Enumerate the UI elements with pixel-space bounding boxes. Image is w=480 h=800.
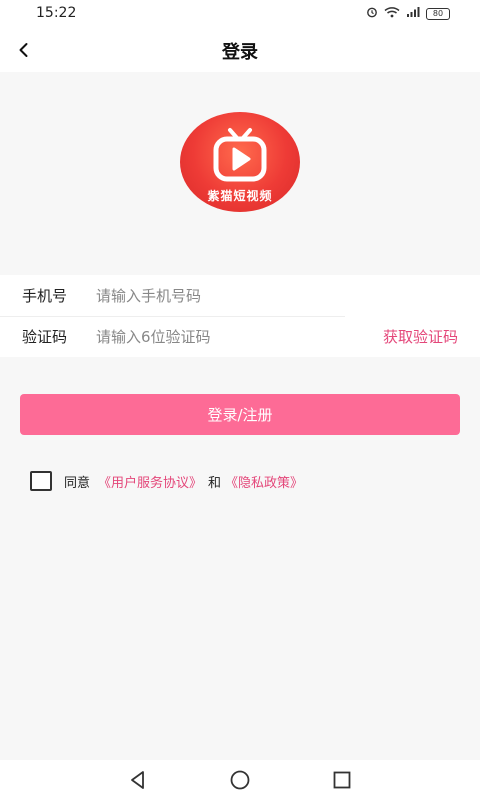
phone-row: 手机号 (0, 275, 480, 316)
battery-icon: 80 (426, 8, 450, 20)
logo-text: 紫猫短视频 (207, 189, 273, 203)
phone-label: 手机号 (22, 287, 68, 305)
signal-icon (406, 6, 420, 22)
status-icons: 80 (366, 6, 450, 22)
agreement-prefix: 同意 (64, 475, 91, 491)
code-input[interactable] (96, 321, 336, 352)
sys-recents-button[interactable] (330, 768, 354, 792)
login-form: 手机号 验证码 获取验证码 (0, 275, 480, 357)
tv-play-icon (213, 128, 267, 182)
terms-link[interactable]: 《用户服务协议》 (98, 472, 202, 491)
sys-back-button[interactable] (126, 768, 150, 792)
triangle-back-icon (131, 771, 144, 789)
system-nav-bar (0, 760, 480, 800)
page-title: 登录 (222, 42, 258, 63)
status-bar: 15:22 80 (0, 0, 480, 28)
alarm-icon (366, 6, 378, 22)
login-register-button[interactable]: 登录/注册 (20, 394, 460, 435)
code-label: 验证码 (22, 328, 68, 346)
logo-circle: 紫猫短视频 (180, 112, 300, 212)
app-logo: 紫猫短视频 (180, 112, 300, 212)
agreement-checkbox[interactable] (30, 471, 52, 491)
phone-input[interactable] (96, 280, 336, 311)
status-time: 15:22 (36, 5, 77, 21)
circle-home-icon (230, 770, 250, 790)
square-recents-icon (333, 771, 351, 789)
agreement-row: 同意 《用户服务协议》 和 《隐私政策》 (30, 470, 303, 492)
agreement-and: 和 (208, 475, 222, 491)
sys-home-button[interactable] (228, 768, 252, 792)
code-row: 验证码 获取验证码 (0, 316, 480, 357)
get-code-button[interactable]: 获取验证码 (383, 326, 458, 347)
wifi-icon (384, 6, 400, 22)
nav-bar: 登录 (0, 28, 480, 72)
privacy-link[interactable]: 《隐私政策》 (225, 472, 303, 491)
